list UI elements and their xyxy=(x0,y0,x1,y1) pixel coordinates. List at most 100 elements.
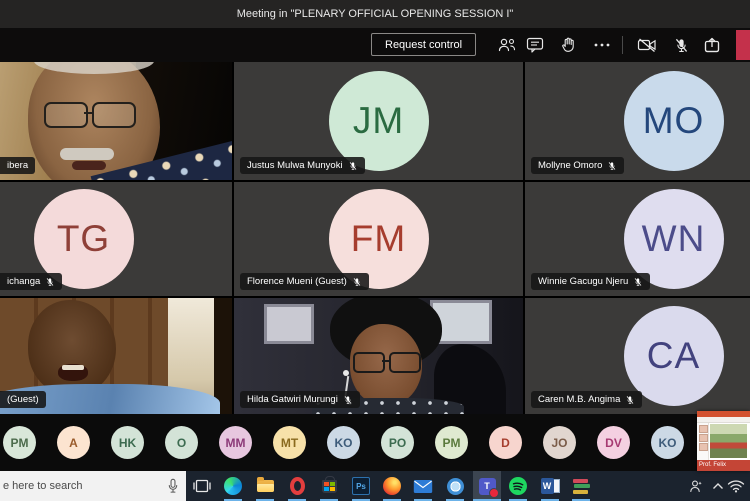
teams-icon[interactable]: T xyxy=(473,471,501,501)
slide-thumbnail xyxy=(699,443,708,451)
show-hidden-icons-chevron[interactable] xyxy=(708,471,728,501)
wifi-icon[interactable] xyxy=(726,471,746,501)
taskbar-search[interactable]: e here to search xyxy=(0,471,186,501)
roster-avatar[interactable]: HK xyxy=(111,426,144,459)
participant-tile[interactable]: CA Caren M.B. Angima xyxy=(525,298,750,414)
participant-tile[interactable]: TG ichanga xyxy=(0,182,232,296)
participant-tile[interactable]: Hilda Gatwiri Murungi xyxy=(234,298,523,414)
roster-initials: PO xyxy=(389,436,406,450)
participant-tile[interactable]: FM Florence Mueni (Guest) xyxy=(234,182,523,296)
avatar-initials: FM xyxy=(351,218,406,260)
word-icon[interactable]: W xyxy=(538,471,562,501)
roster-avatar[interactable]: DV xyxy=(597,426,630,459)
roster-avatar[interactable]: KO xyxy=(651,426,684,459)
ppt-caption: Prof. Felix xyxy=(697,460,750,471)
roster-avatar[interactable]: A xyxy=(57,426,90,459)
participant-tile[interactable]: (Guest) xyxy=(0,298,232,414)
participant-name-tag: ibera xyxy=(0,157,35,174)
roster-avatar[interactable]: MT xyxy=(273,426,306,459)
avatar-initials: MO xyxy=(643,100,705,142)
roster-initials: PM xyxy=(11,436,29,450)
roster-initials: A xyxy=(69,436,78,450)
earbud-shape xyxy=(343,370,349,376)
photoshop-icon[interactable]: Ps xyxy=(349,471,373,501)
spotify-icon[interactable] xyxy=(506,471,530,501)
mouth-shape xyxy=(72,161,106,170)
file-explorer-icon[interactable] xyxy=(253,471,277,501)
mic-muted-icon xyxy=(633,277,643,287)
participant-name-tag: (Guest) xyxy=(0,391,46,408)
roster-initials: D xyxy=(501,436,510,450)
roster-avatar[interactable]: PO xyxy=(381,426,414,459)
roster-initials: KO xyxy=(335,436,353,450)
participant-name-tag: Justus Mulwa Munyoki xyxy=(240,157,365,174)
roster-avatar[interactable]: MM xyxy=(219,426,252,459)
participant-name: Florence Mueni (Guest) xyxy=(247,276,347,287)
avatar-initials: TG xyxy=(57,218,110,260)
mic-muted-icon xyxy=(352,277,362,287)
share-screen-icon[interactable] xyxy=(699,32,725,58)
participants-icon[interactable] xyxy=(494,32,520,58)
participant-name: Hilda Gatwiri Murungi xyxy=(247,394,338,405)
roster-initials: MM xyxy=(226,436,246,450)
people-tray-icon[interactable] xyxy=(686,471,706,501)
mic-muted-icon[interactable] xyxy=(668,32,694,58)
face-shape xyxy=(28,300,116,396)
opera-icon[interactable] xyxy=(285,471,309,501)
participant-name: Winnie Gacugu Njeru xyxy=(538,276,628,287)
powerpoint-mini-window[interactable]: Prof. Felix xyxy=(697,411,750,471)
avatar-initials: CA xyxy=(647,335,700,377)
mustache-shape xyxy=(60,148,114,160)
mail-icon[interactable] xyxy=(411,471,435,501)
winrar-icon[interactable] xyxy=(569,471,593,501)
roster-initials: MT xyxy=(281,436,298,450)
participant-name-tag: Florence Mueni (Guest) xyxy=(240,273,369,290)
ppt-slide-rail xyxy=(697,423,709,460)
roster-avatar[interactable]: O xyxy=(165,426,198,459)
search-input[interactable]: e here to search xyxy=(0,480,166,492)
mic-muted-icon xyxy=(45,277,55,287)
request-control-button[interactable]: Request control xyxy=(371,33,476,56)
roster-avatar[interactable]: JO xyxy=(543,426,576,459)
microsoft-store-icon[interactable] xyxy=(317,471,341,501)
participant-name-tag: Hilda Gatwiri Murungi xyxy=(240,391,360,408)
firefox-icon[interactable] xyxy=(380,471,404,501)
more-options-icon[interactable] xyxy=(589,32,615,58)
roster-avatar[interactable]: D xyxy=(489,426,522,459)
overflow-participants-strip: PM A HK O MM MT KO PO PM D JO DV KO xyxy=(0,414,750,471)
roster-initials: JO xyxy=(551,436,567,450)
skype-icon[interactable] xyxy=(443,471,467,501)
participant-name-tag: Caren M.B. Angima xyxy=(531,391,642,408)
picture-frame xyxy=(264,304,314,344)
glasses-shape xyxy=(389,352,421,373)
roster-initials: KO xyxy=(659,436,677,450)
mic-muted-icon xyxy=(343,395,353,405)
search-mic-icon[interactable] xyxy=(166,478,180,494)
participant-tile[interactable]: MO Mollyne Omoro xyxy=(525,62,750,180)
leave-meeting-button[interactable] xyxy=(736,30,750,60)
roster-avatar[interactable]: PM xyxy=(3,426,36,459)
window-titlebar: Meeting in "PLENARY OFFICIAL OPENING SES… xyxy=(0,0,750,28)
mic-muted-icon xyxy=(607,161,617,171)
roster-initials: O xyxy=(177,436,186,450)
roster-avatar[interactable]: KO xyxy=(327,426,360,459)
raise-hand-icon[interactable] xyxy=(555,32,581,58)
camera-off-icon[interactable] xyxy=(634,32,660,58)
avatar: JM xyxy=(329,71,429,171)
edge-icon[interactable] xyxy=(221,471,245,501)
participant-tile[interactable]: WN Winnie Gacugu Njeru xyxy=(525,182,750,296)
avatar: MO xyxy=(624,71,724,171)
notification-badge xyxy=(489,488,499,498)
roster-avatar[interactable]: PM xyxy=(435,426,468,459)
roster-initials: PM xyxy=(443,436,461,450)
participant-tile[interactable]: ibera xyxy=(0,62,232,180)
slide-thumbnail xyxy=(699,434,708,442)
chat-icon[interactable] xyxy=(522,32,548,58)
mic-muted-icon xyxy=(348,161,358,171)
participant-name-tag: Mollyne Omoro xyxy=(531,157,624,174)
participant-name-tag: Winnie Gacugu Njeru xyxy=(531,273,650,290)
task-view-icon[interactable] xyxy=(190,471,214,501)
participant-tile[interactable]: JM Justus Mulwa Munyoki xyxy=(234,62,523,180)
meeting-toolbar: Request control xyxy=(0,28,750,62)
meeting-title: Meeting in "PLENARY OFFICIAL OPENING SES… xyxy=(237,8,514,20)
